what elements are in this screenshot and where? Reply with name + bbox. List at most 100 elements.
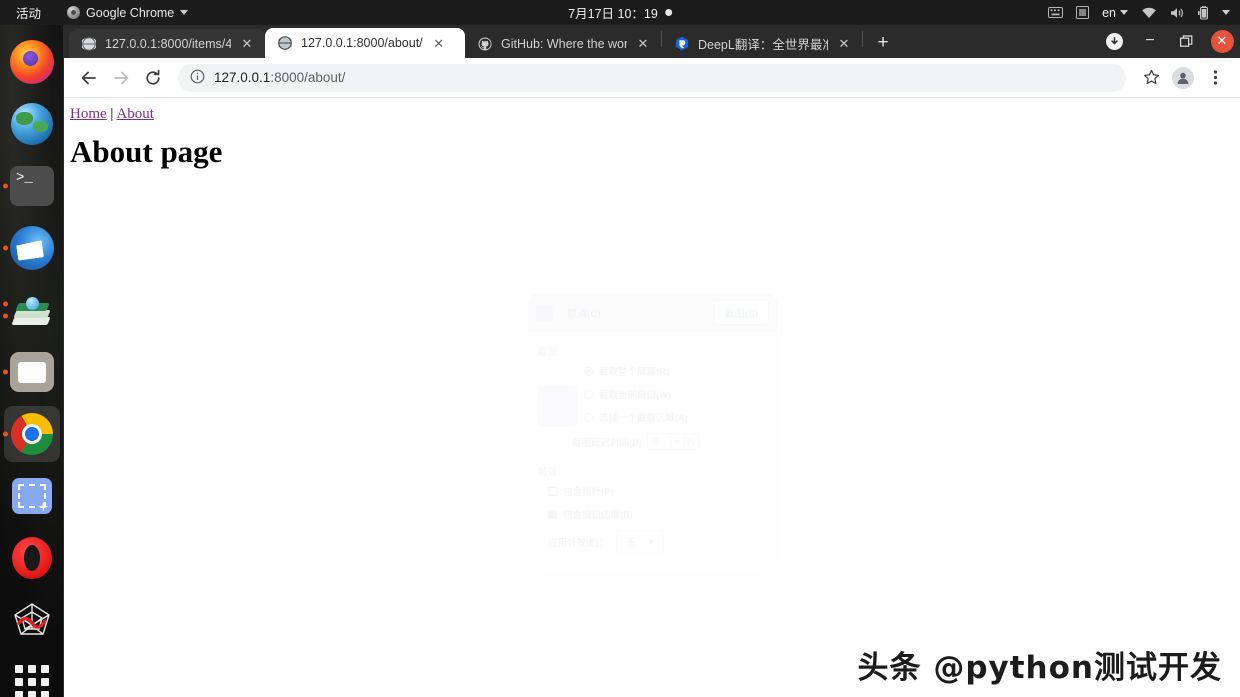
dock-item-opera[interactable] <box>0 527 64 589</box>
radio-option-whole-screen[interactable]: 截取整个屏幕(R) <box>538 364 767 378</box>
dock-item-files[interactable] <box>0 341 64 403</box>
three-dot-menu-icon[interactable] <box>1200 63 1230 93</box>
dock-item-zenmap[interactable] <box>0 589 64 651</box>
dialog-header: 取消(C) 截图(S) <box>528 294 777 332</box>
tab-title: GitHub: Where the world b <box>501 36 627 51</box>
nav-link-about[interactable]: About <box>116 106 154 122</box>
apply-effect-label: 应用特效(E)： <box>548 538 609 549</box>
dock-item-terminal[interactable]: >_ <box>0 155 64 217</box>
dock-item-firefox[interactable] <box>0 31 64 93</box>
take-screenshot-button[interactable]: 截图(S) <box>713 300 769 325</box>
capture-preview-thumbnail <box>538 386 577 427</box>
running-indicator <box>3 301 8 307</box>
browser-tab-4[interactable]: DeepL翻译：全世界最准确 ✕ <box>662 29 862 58</box>
browser-tab-1[interactable]: 127.0.0.1:8000/items/4.2 ✕ <box>69 29 265 58</box>
star-icon[interactable] <box>1136 63 1166 93</box>
cancel-button[interactable]: 取消(C) <box>560 302 608 323</box>
option-label: 选择一个截取区域(A) <box>599 413 688 424</box>
tab-title: 127.0.0.1:8000/about/ <box>301 36 423 50</box>
forward-arrow-icon[interactable] <box>106 63 136 93</box>
keyboard-icon[interactable] <box>1048 7 1064 18</box>
apply-effect-row: 应用特效(E)： 无 ▾ <box>538 530 767 554</box>
github-icon <box>477 36 493 52</box>
maximize-button[interactable] <box>1168 26 1204 56</box>
window-controls: − ✕ <box>1096 26 1240 56</box>
files-icon <box>9 349 55 395</box>
apply-effect-value: 无 <box>627 538 637 549</box>
close-window-button[interactable]: ✕ <box>1204 26 1240 56</box>
avatar-icon[interactable] <box>1168 63 1198 93</box>
reload-icon[interactable] <box>138 63 168 93</box>
dock-item-show-applications[interactable] <box>0 651 64 697</box>
delay-plus-button[interactable]: + <box>669 436 684 447</box>
checkbox-icon <box>548 486 557 496</box>
dock-item-dictionary[interactable] <box>0 279 64 341</box>
url-host: 127.0.0.1 <box>214 70 271 85</box>
browser-tab-3[interactable]: GitHub: Where the world b ✕ <box>465 29 661 58</box>
chrome-window: 127.0.0.1:8000/items/4.2 ✕ 127.0.0.1:800… <box>64 25 1240 697</box>
running-indicator <box>3 183 8 189</box>
close-icon[interactable]: ✕ <box>635 36 651 52</box>
minimize-button[interactable]: − <box>1132 26 1168 56</box>
dock-item-google-chrome[interactable] <box>0 403 64 465</box>
screenshot-icon <box>9 473 55 519</box>
checkbox-include-border[interactable]: 包含窗口边框(B) <box>538 507 767 521</box>
chevron-down-icon: ▾ <box>648 536 654 548</box>
section-effects-label: 特效 <box>538 467 558 478</box>
new-tab-button[interactable]: + <box>869 29 897 57</box>
profile-avatar <box>1172 66 1194 89</box>
volume-icon[interactable] <box>1170 7 1185 19</box>
apply-effect-select[interactable]: 无 ▾ <box>616 530 665 554</box>
section-capture-label: 截图 <box>538 347 558 358</box>
screen-icon[interactable] <box>1076 6 1090 19</box>
close-icon[interactable]: ✕ <box>239 36 255 52</box>
nav-link-home[interactable]: Home <box>70 106 107 122</box>
screenshot-dialog-ghost[interactable]: 取消(C) 截图(S) 截图 截取整个屏幕(R) 截取当前窗口(W) 选择一个截… <box>528 294 777 573</box>
option-label: 截取当前窗口(W) <box>599 390 672 401</box>
active-app-highlight <box>4 406 60 462</box>
close-icon[interactable]: ✕ <box>836 36 852 52</box>
running-indicator <box>3 313 8 319</box>
url-text: 127.0.0.1:8000/about/ <box>214 70 345 85</box>
input-language-indicator[interactable]: en <box>1102 6 1128 20</box>
dock-item-screenshot[interactable] <box>0 465 64 527</box>
spider-web-icon <box>9 597 55 643</box>
clock-menu[interactable]: 7月17日 10：19 <box>568 3 672 22</box>
checkbox-include-pointer[interactable]: 包含指针(P) <box>538 484 767 498</box>
dock-item-thunderbird[interactable] <box>0 217 64 279</box>
delay-value: 0 <box>653 436 659 447</box>
page-info-icon[interactable] <box>190 69 205 87</box>
option-label: 包含指针(P) <box>563 487 614 498</box>
address-bar[interactable]: 127.0.0.1:8000/about/ <box>178 63 1126 92</box>
checkbox-icon <box>548 509 557 519</box>
system-menu-chevron-down-icon[interactable] <box>1222 10 1230 15</box>
recording-indicator-icon <box>664 9 672 16</box>
tab-separator <box>862 30 863 47</box>
delay-label: 截图延迟时间(D) <box>572 437 643 449</box>
wifi-icon[interactable] <box>1141 7 1157 19</box>
chevron-down-icon <box>1120 10 1128 15</box>
language-label: en <box>1102 5 1116 20</box>
running-indicator <box>3 369 8 375</box>
option-label: 包含窗口边框(B) <box>563 510 633 521</box>
url-path: :8000/about/ <box>270 70 346 85</box>
running-indicator <box>3 245 8 251</box>
active-app-label: Google Chrome <box>86 5 175 20</box>
download-indicator-icon[interactable] <box>1096 26 1132 56</box>
gnome-top-bar: 活动 Google Chrome 7月17日 10：19 en <box>0 0 1240 25</box>
back-arrow-icon[interactable] <box>74 63 104 93</box>
breadcrumb: Home | About <box>70 106 154 123</box>
thunderbird-icon <box>9 225 55 271</box>
battery-icon[interactable] <box>1198 5 1209 20</box>
dock-item-web-browser[interactable] <box>0 93 64 155</box>
page-viewport: Home | About About page 取消(C) 截图(S) 截图 截… <box>64 98 1240 697</box>
delay-stepper[interactable]: 0 + 秒 <box>647 433 699 450</box>
system-tray[interactable]: en <box>1048 6 1230 20</box>
active-app-menu[interactable]: Google Chrome <box>67 5 189 20</box>
dialog-body: 截图 截取整个屏幕(R) 截取当前窗口(W) 选择一个截取区域(A) 截图延迟时… <box>528 332 777 554</box>
running-indicator <box>3 431 8 437</box>
browser-tab-2[interactable]: 127.0.0.1:8000/about/ ✕ <box>265 28 465 58</box>
close-icon[interactable]: ✕ <box>431 35 447 51</box>
chevron-down-icon <box>180 10 189 15</box>
activities-button[interactable]: 活动 <box>0 3 55 22</box>
